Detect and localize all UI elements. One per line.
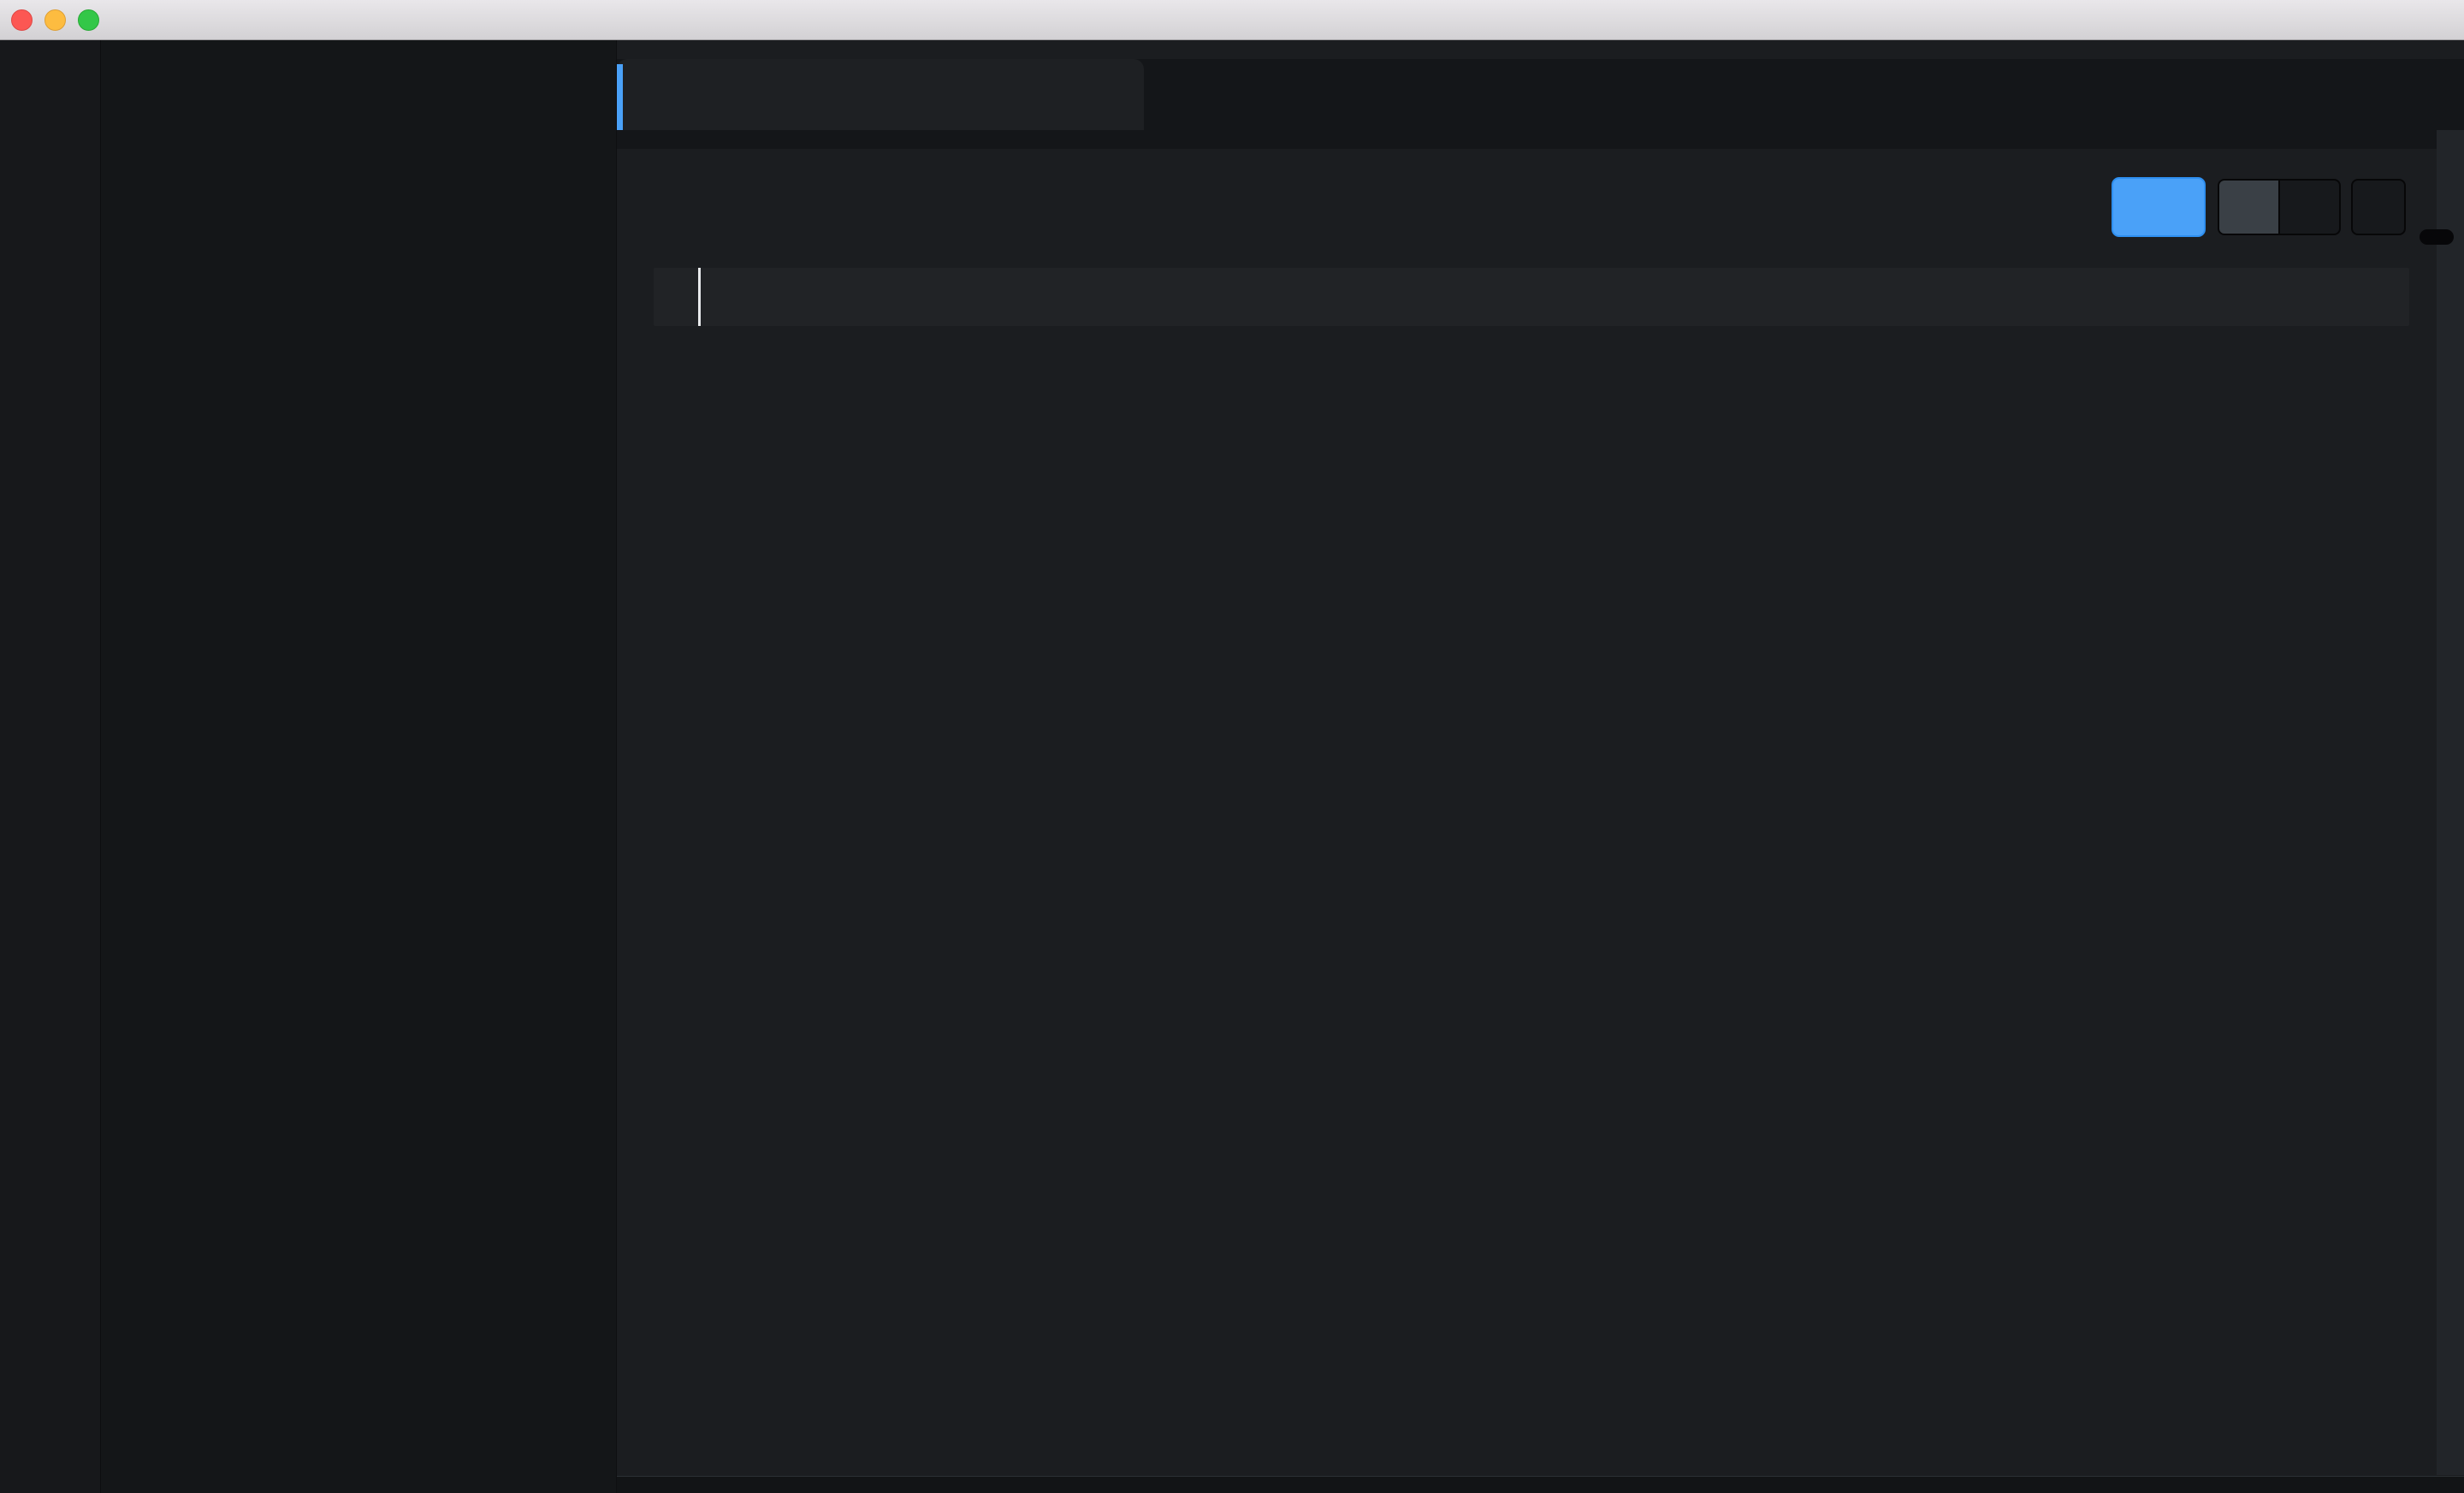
main-panel — [617, 40, 2464, 1493]
main-bottom-strip — [617, 1476, 2464, 1493]
active-tab-indicator — [617, 64, 623, 130]
icon-rail — [0, 40, 101, 1493]
query-statusbar — [617, 149, 2464, 247]
query-toolbar — [2112, 177, 2406, 237]
results-column-header — [654, 362, 2409, 400]
mongotron-logo-icon — [15, 57, 86, 129]
results-area — [654, 362, 2409, 400]
view-mode-group — [2218, 179, 2341, 235]
export-results-tooltip — [2420, 229, 2454, 245]
run-button[interactable] — [2112, 177, 2206, 237]
minimize-window-button[interactable] — [44, 9, 66, 31]
close-window-button[interactable] — [11, 9, 33, 31]
query-editor[interactable] — [654, 268, 2409, 326]
raw-view-button[interactable] — [2218, 179, 2279, 235]
window-controls — [11, 0, 99, 40]
tab-strip — [617, 59, 2464, 149]
connection-tree — [101, 40, 617, 1493]
editor-line-number — [654, 268, 698, 326]
results-scrollbar[interactable] — [2437, 130, 2464, 1475]
export-results-button[interactable] — [2351, 179, 2406, 235]
editor-code-line — [701, 268, 709, 326]
zoom-window-button[interactable] — [78, 9, 99, 31]
list-view-button[interactable] — [2279, 179, 2341, 235]
tab-db-cars-find[interactable] — [617, 59, 1144, 130]
window-titlebar — [0, 0, 2464, 40]
